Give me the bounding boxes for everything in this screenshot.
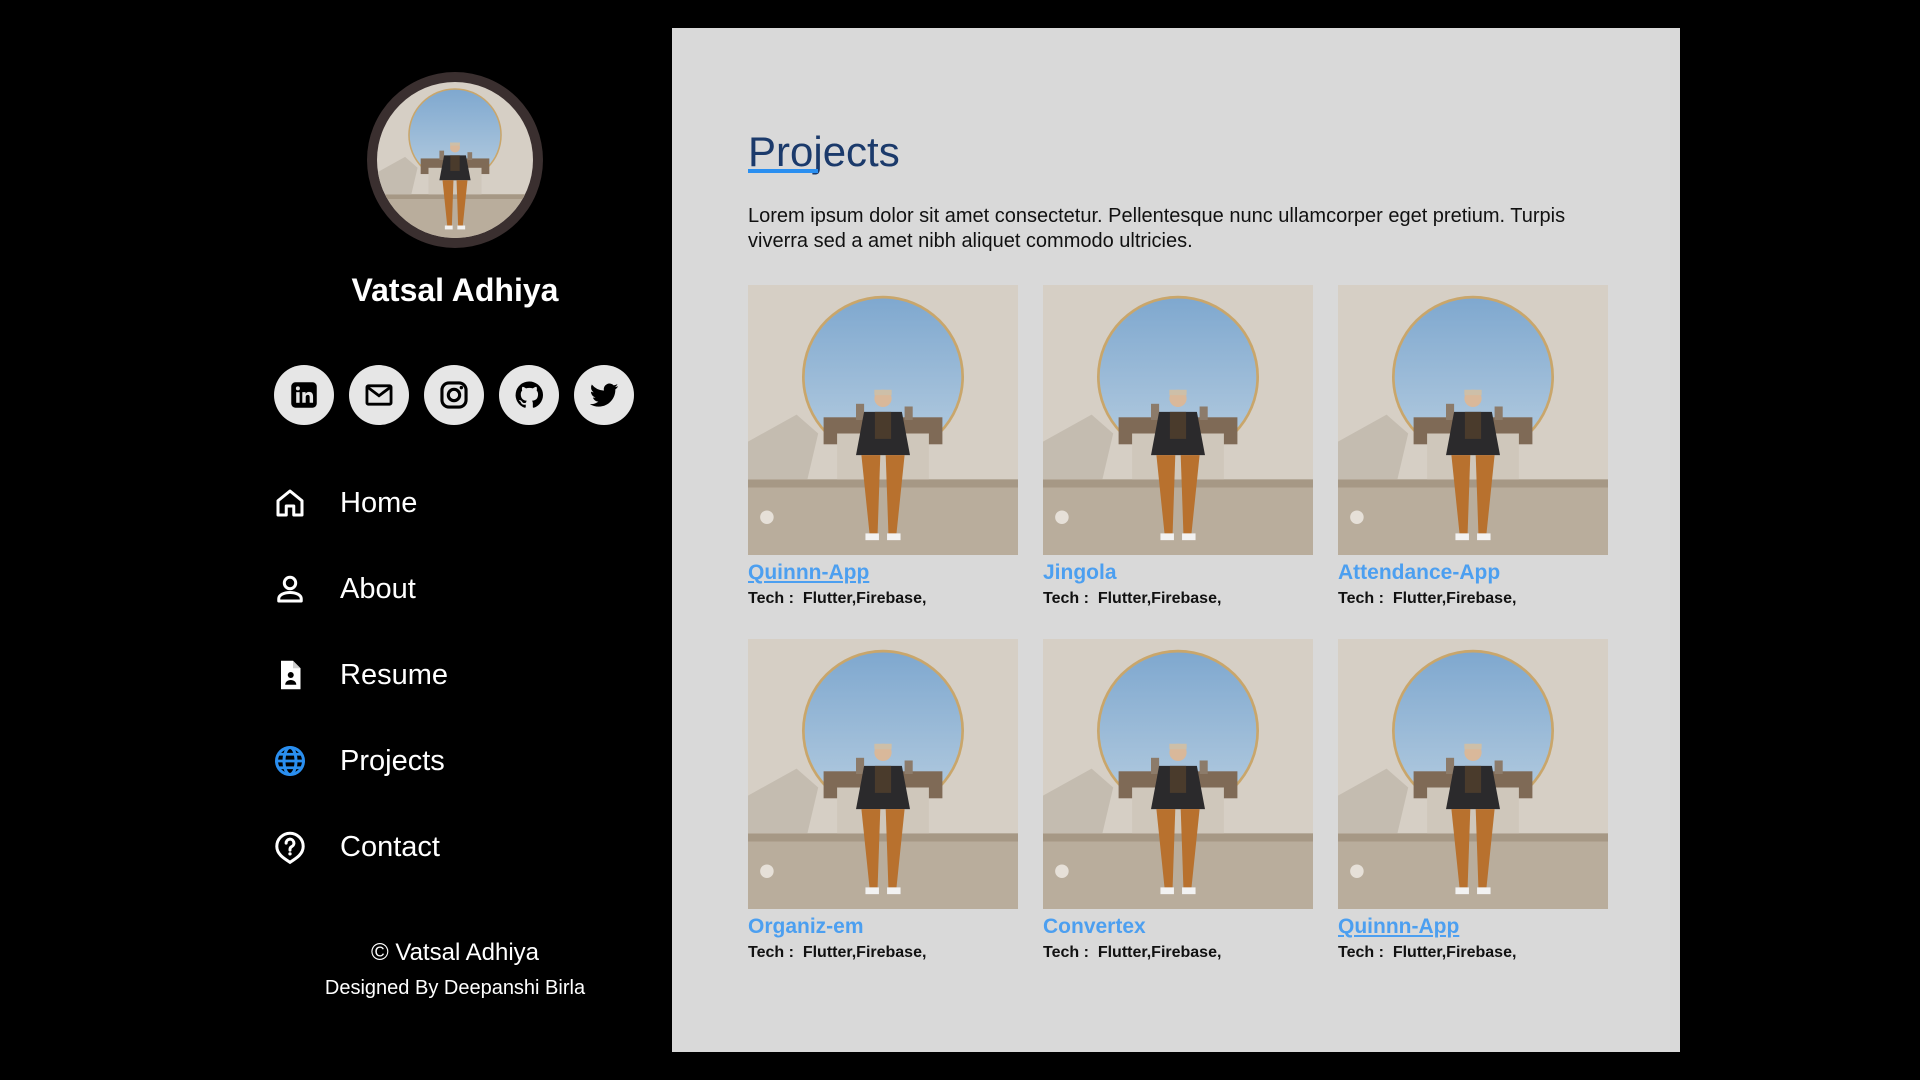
github-icon <box>515 381 543 408</box>
github-button[interactable] <box>499 365 559 425</box>
globe-icon <box>272 743 308 779</box>
sidebar-item-label: Contact <box>340 830 440 863</box>
title-underline <box>748 169 818 173</box>
project-thumbnail[interactable] <box>748 639 1018 909</box>
sidebar-item-label: Home <box>340 486 418 519</box>
project-thumbnail[interactable] <box>1043 285 1313 555</box>
project-card: Quinnn-App Tech : Flutter,Firebase, <box>748 285 1018 608</box>
user-icon <box>272 571 308 607</box>
sidebar: Vatsal Adhiya Home About Resume Projects… <box>0 0 672 1080</box>
mail-icon <box>365 384 393 406</box>
project-title-link[interactable]: Jingola <box>1043 561 1117 585</box>
twitter-icon <box>589 383 619 407</box>
project-thumbnail[interactable] <box>1338 639 1608 909</box>
project-tech: Tech : Flutter,Firebase, <box>1338 590 1517 607</box>
sidebar-item-home[interactable]: Home <box>272 473 448 533</box>
project-title-link[interactable]: Convertex <box>1043 915 1146 939</box>
projects-panel: Projects Lorem ipsum dolor sit amet cons… <box>672 28 1680 1052</box>
sidebar-item-resume[interactable]: Resume <box>272 645 448 705</box>
project-tech: Tech : Flutter,Firebase, <box>1043 590 1222 607</box>
sidebar-nav: Home About Resume Projects Contact <box>272 473 448 903</box>
sidebar-item-contact[interactable]: Contact <box>272 817 448 877</box>
project-title-link[interactable]: Organiz-em <box>748 915 864 939</box>
projects-grid: Quinnn-App Tech : Flutter,Firebase, Jing… <box>748 285 1608 962</box>
project-card: Convertex Tech : Flutter,Firebase, <box>1043 639 1313 962</box>
project-card: Organiz-em Tech : Flutter,Firebase, <box>748 639 1018 962</box>
avatar <box>367 72 543 248</box>
sidebar-item-label: About <box>340 572 416 605</box>
sidebar-item-label: Resume <box>340 658 448 691</box>
project-card: Attendance-App Tech : Flutter,Firebase, <box>1338 285 1608 608</box>
project-thumbnail[interactable] <box>748 285 1018 555</box>
project-tech: Tech : Flutter,Firebase, <box>748 944 927 961</box>
social-links <box>274 365 634 425</box>
project-thumbnail[interactable] <box>1043 639 1313 909</box>
project-title-link[interactable]: Quinnn-App <box>748 561 869 585</box>
sidebar-item-label: Projects <box>340 744 445 777</box>
help-icon <box>272 829 308 865</box>
avatar-photo <box>377 82 533 238</box>
intro-text: Lorem ipsum dolor sit amet consectetur. … <box>748 205 1566 252</box>
project-tech: Tech : Flutter,Firebase, <box>1338 944 1517 961</box>
linkedin-button[interactable] <box>274 365 334 425</box>
project-tech: Tech : Flutter,Firebase, <box>1043 944 1222 961</box>
email-button[interactable] <box>349 365 409 425</box>
project-card: Jingola Tech : Flutter,Firebase, <box>1043 285 1313 608</box>
instagram-icon <box>440 381 468 409</box>
home-icon <box>272 485 308 521</box>
twitter-button[interactable] <box>574 365 634 425</box>
linkedin-icon <box>291 382 317 408</box>
project-tech: Tech : Flutter,Firebase, <box>748 590 927 607</box>
instagram-button[interactable] <box>424 365 484 425</box>
sidebar-item-projects[interactable]: Projects <box>272 731 448 791</box>
document-icon <box>272 657 308 693</box>
project-title-link[interactable]: Attendance-App <box>1338 561 1500 585</box>
sidebar-item-about[interactable]: About <box>272 559 448 619</box>
project-title-link[interactable]: Quinnn-App <box>1338 915 1459 939</box>
project-thumbnail[interactable] <box>1338 285 1608 555</box>
project-card: Quinnn-App Tech : Flutter,Firebase, <box>1338 639 1608 962</box>
